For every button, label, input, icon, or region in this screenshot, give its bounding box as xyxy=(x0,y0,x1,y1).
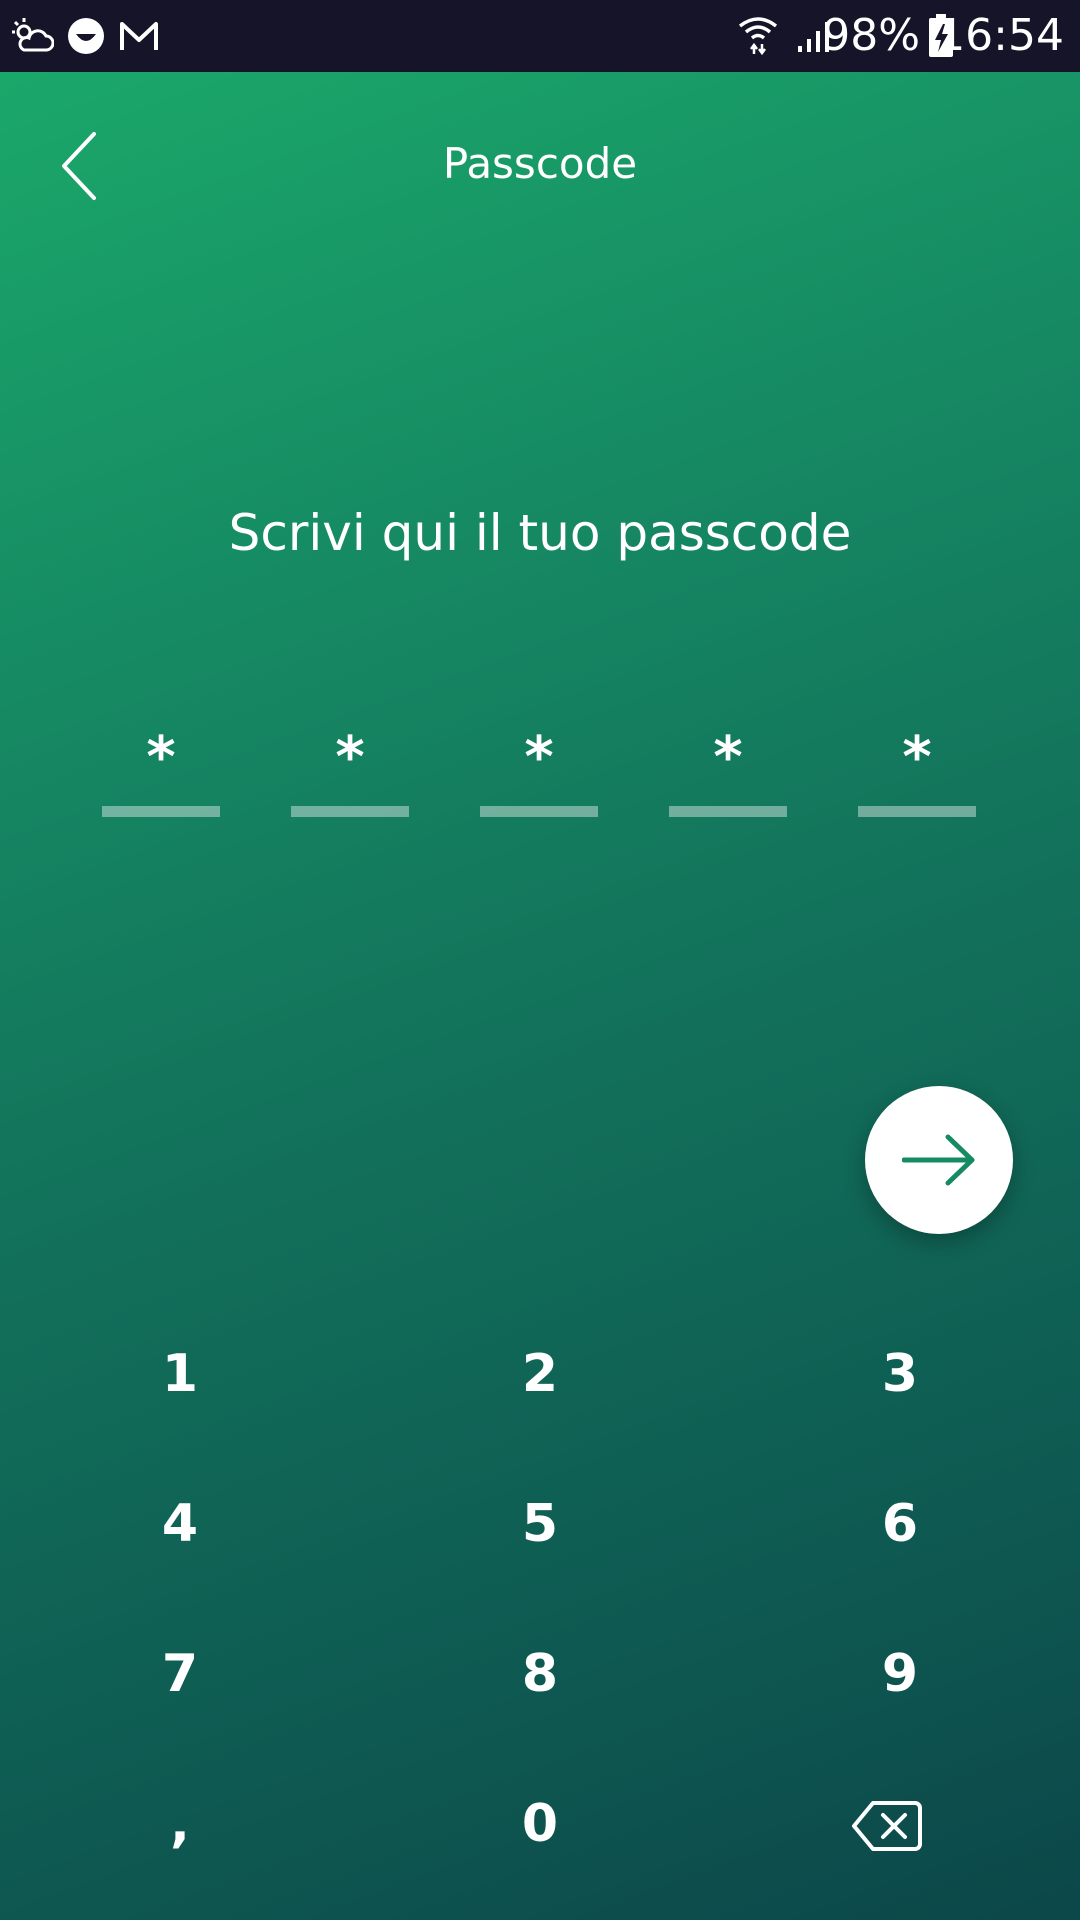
backspace-icon xyxy=(852,1801,922,1851)
passcode-slot: * xyxy=(858,720,976,820)
wifi-icon xyxy=(738,14,778,60)
passcode-slot: * xyxy=(102,720,220,820)
weather-icon xyxy=(10,16,55,60)
key-1[interactable]: 1 xyxy=(70,1314,290,1434)
key-6[interactable]: 6 xyxy=(790,1464,1010,1584)
arrow-right-icon xyxy=(902,1134,975,1186)
passcode-slot-char: * xyxy=(335,725,365,790)
passcode-slot-char: * xyxy=(902,725,932,790)
passcode-slot-underline xyxy=(669,806,787,817)
key-8[interactable]: 8 xyxy=(430,1614,650,1734)
passcode-slot-underline xyxy=(858,806,976,817)
gmail-icon xyxy=(118,18,160,58)
backspace-button[interactable] xyxy=(777,1764,997,1884)
passcode-slot-char: * xyxy=(524,725,554,790)
page-title: Passcode xyxy=(442,139,638,188)
status-bar: 98% 16:54 xyxy=(0,0,1080,72)
passcode-slot-char: * xyxy=(713,725,743,790)
passcode-slot: * xyxy=(669,720,787,820)
passcode-slot-char: * xyxy=(146,725,176,790)
key-0[interactable]: 0 xyxy=(430,1764,650,1884)
passcode-slot-underline xyxy=(480,806,598,817)
battery-percent: 98% xyxy=(822,10,920,61)
passcode-slot: * xyxy=(480,720,598,820)
key-4[interactable]: 4 xyxy=(70,1464,290,1584)
key-9[interactable]: 9 xyxy=(790,1614,1010,1734)
app-icon xyxy=(66,16,106,60)
clock: 16:54 xyxy=(937,10,1064,61)
key-2[interactable]: 2 xyxy=(430,1314,650,1434)
passcode-screen: 98% 16:54 Passcode Scrivi qui il tuo pas… xyxy=(0,0,1080,1920)
key-3[interactable]: 3 xyxy=(790,1314,1010,1434)
key-comma[interactable]: , xyxy=(70,1764,290,1884)
key-7[interactable]: 7 xyxy=(70,1614,290,1734)
passcode-slot: * xyxy=(291,720,409,820)
next-button[interactable] xyxy=(865,1086,1013,1234)
key-5[interactable]: 5 xyxy=(430,1464,650,1584)
passcode-slot-underline xyxy=(102,806,220,817)
passcode-slot-underline xyxy=(291,806,409,817)
passcode-prompt: Scrivi qui il tuo passcode xyxy=(228,504,852,562)
